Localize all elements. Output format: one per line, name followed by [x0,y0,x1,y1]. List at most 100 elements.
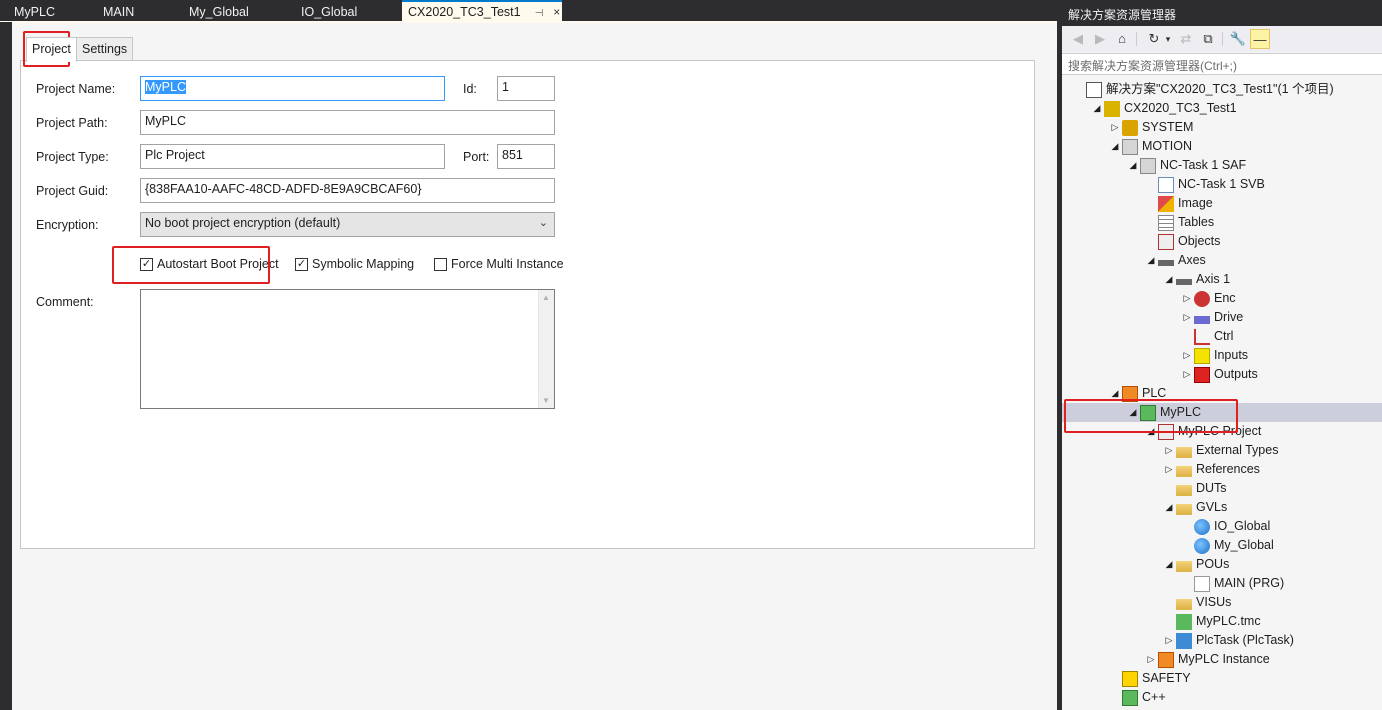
expand-icon[interactable]: ▷ [1180,365,1194,384]
force-multi-instance-checkbox[interactable]: Force Multi Instance [434,256,564,272]
expand-icon[interactable]: ▷ [1144,650,1158,669]
collapse-icon[interactable]: ◢ [1108,137,1122,156]
port-field[interactable]: 851 [497,144,555,169]
history-icon[interactable]: ↻ [1144,29,1164,49]
tree-node[interactable]: ▷ Drive [1180,308,1244,327]
tree-node[interactable]: ◢ MOTION [1108,137,1192,156]
project-properties-document: Project Settings Project Name: MyPLC Id:… [12,23,1057,710]
tree-node[interactable]: ▷ PlcTask (PlcTask) [1162,631,1294,650]
collapse-icon[interactable]: ◢ [1126,403,1140,422]
forward-icon[interactable]: ▶ [1090,29,1110,49]
tree-node[interactable]: SAFETY [1108,669,1191,688]
autostart-boot-project-checkbox[interactable]: ✓ Autostart Boot Project [140,256,279,272]
project-name-field[interactable]: MyPLC [140,76,445,101]
pin-icon[interactable]: — [1250,29,1270,49]
tree-node[interactable]: ◢ Axes [1144,251,1206,270]
image-icon [1158,195,1174,212]
close-icon[interactable]: × [553,5,560,19]
tree-node[interactable]: Image [1144,194,1213,213]
doc-tab-myplc[interactable]: MyPLC [8,0,61,22]
collapse-all-icon[interactable]: ⧉ [1198,29,1218,49]
tree-node-label: MyPLC [1160,405,1201,419]
scroll-down-icon[interactable]: ▼ [542,396,550,405]
tab-project[interactable]: Project [26,37,77,62]
expand-icon[interactable]: ▷ [1162,441,1176,460]
tree-node-label: Drive [1214,310,1244,324]
tree-node[interactable]: ▷ Inputs [1180,346,1248,365]
back-icon[interactable]: ◀ [1068,29,1088,49]
tree-node[interactable]: ◢ Axis 1 [1162,270,1231,289]
tree-node[interactable]: ▷ Enc [1180,289,1236,308]
tree-node[interactable]: VISUs [1162,593,1231,612]
tree-node-label: Enc [1214,291,1236,305]
tree-node[interactable]: ◢ CX2020_TC3_Test1 [1090,99,1237,118]
expand-icon[interactable]: ▷ [1180,289,1194,308]
tree-node[interactable]: ▷ References [1162,460,1260,479]
tree-node[interactable]: 解决方案"CX2020_TC3_Test1"(1 个项目) [1072,80,1334,99]
tree-node[interactable]: ▷ SYSTEM [1108,118,1193,137]
project-path-field[interactable]: MyPLC [140,110,555,135]
expand-icon[interactable]: ▷ [1162,631,1176,650]
tree-node[interactable]: ◢ MyPLC Project [1144,422,1261,441]
project-guid-field[interactable]: {838FAA10-AAFC-48CD-ADFD-8E9A9CBCAF60} [140,178,555,203]
collapse-icon[interactable]: ◢ [1126,156,1140,175]
doc-tab-io-global[interactable]: IO_Global [295,0,363,22]
collapse-icon[interactable]: ◢ [1162,555,1176,574]
tree-node[interactable]: ◢ MyPLC [1126,403,1201,422]
tree-node[interactable]: ◢ POUs [1162,555,1229,574]
tree-node-label: MyPLC Instance [1178,652,1270,666]
checkbox-box [434,257,447,271]
symbolic-mapping-checkbox[interactable]: ✓ Symbolic Mapping [295,256,414,272]
collapse-icon[interactable]: ◢ [1090,99,1104,118]
doc-tab-cx2020-active[interactable]: CX2020_TC3_Test1 ⊣ × [402,0,562,22]
chevron-down-icon[interactable]: ▾ [1162,29,1174,49]
collapse-icon[interactable]: ◢ [1144,251,1158,270]
expand-icon[interactable]: ▷ [1108,118,1122,137]
objects-icon [1158,233,1174,250]
tree-node[interactable]: ▷ Outputs [1180,365,1258,384]
collapse-icon[interactable]: ◢ [1162,270,1176,289]
tree-node[interactable]: My_Global [1180,536,1274,555]
tree-node[interactable]: NC-Task 1 SVB [1144,175,1265,194]
comment-textarea[interactable]: ▲ ▼ [140,289,555,409]
tree-node[interactable]: ◢ GVLs [1162,498,1227,517]
collapse-icon[interactable]: ◢ [1162,498,1176,517]
tree-node[interactable]: Objects [1144,232,1220,251]
tree-node[interactable]: ◢ PLC [1108,384,1166,403]
tab-settings[interactable]: Settings [76,37,134,61]
tree-node[interactable]: ▷ External Types [1162,441,1278,460]
tree-node[interactable]: Tables [1144,213,1214,232]
tree-node-label: SYSTEM [1142,120,1194,134]
expand-icon[interactable]: ▷ [1162,460,1176,479]
id-field[interactable]: 1 [497,76,555,101]
project-type-field[interactable]: Plc Project [140,144,445,169]
tree-node-label: PLC [1142,386,1167,400]
solution-explorer-search[interactable]: 搜索解决方案资源管理器(Ctrl+;) [1062,53,1382,75]
tree-node-label: References [1196,462,1260,476]
home-icon[interactable]: ⌂ [1112,29,1132,49]
collapse-icon[interactable]: ◢ [1108,384,1122,403]
project-icon [1104,100,1120,117]
collapse-icon[interactable]: ◢ [1144,422,1158,441]
axes-icon [1158,260,1174,266]
doc-tab-main[interactable]: MAIN [97,0,140,22]
properties-icon[interactable]: 🔧 [1228,29,1248,49]
tree-node[interactable]: Ctrl [1180,327,1233,346]
comment-scrollbar[interactable]: ▲ ▼ [538,290,554,408]
scroll-up-icon[interactable]: ▲ [542,293,550,302]
tree-node[interactable]: MAIN (PRG) [1180,574,1284,593]
tree-node[interactable]: DUTs [1162,479,1227,498]
tree-node[interactable]: C++ [1108,688,1166,707]
pin-icon[interactable]: ⊣ [535,8,544,19]
tree-node[interactable]: IO_Global [1180,517,1270,536]
encryption-dropdown[interactable]: No boot project encryption (default) ⌄ [140,212,555,237]
tree-node[interactable]: MyPLC.tmc [1162,612,1261,631]
tree-node[interactable]: ◢ NC-Task 1 SAF [1126,156,1246,175]
tree-node-label: IO_Global [1214,519,1271,533]
doc-tab-my-global[interactable]: My_Global [183,0,255,22]
sync-icon[interactable]: ⇄ [1176,29,1196,49]
expand-icon[interactable]: ▷ [1180,346,1194,365]
expand-icon[interactable]: ▷ [1180,308,1194,327]
solution-explorer-title: 解决方案资源管理器 [1062,0,1382,26]
tree-node[interactable]: ▷ MyPLC Instance [1144,650,1270,669]
